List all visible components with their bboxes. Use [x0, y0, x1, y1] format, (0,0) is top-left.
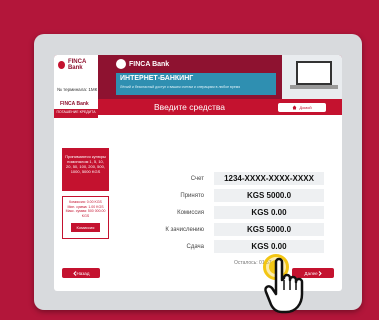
finca-logo-icon: [58, 61, 65, 69]
brand-name-small: FINCA Bank: [67, 59, 87, 71]
header-logo: FINCA Bank ПОГАШЕНИЕ КРЕДИТА: [54, 99, 98, 118]
account-label: Счет: [190, 176, 204, 182]
service-badge: ПОГАШЕНИЕ КРЕДИТА: [54, 109, 98, 118]
accepted-notes-text: Принимаются купюры номиналом 1, 5, 10, 2…: [65, 154, 106, 174]
limits-info: Комиссия: 0.00 KGS Мин. сумма: 1.00 KGS …: [62, 196, 109, 239]
laptop-base: [290, 85, 338, 89]
limits-text: Комиссия: 0.00 KGS Мин. сумма: 1.00 KGS …: [65, 200, 106, 218]
top-banner: FINCA Bank № терминала: 1МК FINCA Bank И…: [54, 55, 342, 99]
finca-logo-icon-large: [116, 59, 126, 69]
accepted-notes-info: Принимаются купюры номиналом 1, 5, 10, 2…: [62, 148, 109, 191]
commission-button-label: Комиссия: [76, 225, 95, 230]
fee-value: KGS 0.00: [214, 206, 324, 219]
accepted-value: KGS 5000.0: [214, 189, 324, 202]
service-badge-label: ПОГАШЕНИЕ КРЕДИТА: [56, 110, 96, 114]
fee-label: Комиссия: [177, 210, 204, 216]
laptop-screen: [296, 61, 332, 85]
change-value: KGS 0.00: [214, 240, 324, 253]
back-button[interactable]: Назад: [62, 268, 100, 278]
promo-description: Лёгкий и безопасный доступ к вашим счета…: [120, 85, 241, 89]
laptop-illustration: [282, 55, 342, 99]
home-button-label: Домой: [299, 105, 312, 110]
brand-name-large: FINCA Bank: [129, 60, 170, 68]
back-button-label: Назад: [76, 270, 90, 276]
change-label: Сдача: [186, 244, 204, 250]
header-logo-text: FINCA Bank: [60, 101, 89, 107]
banner-brand-panel: FINCA Bank № терминала: 1МК: [54, 55, 98, 99]
home-icon: [292, 105, 297, 110]
brand-logo-small: FINCA Bank: [58, 59, 98, 71]
to-credit-label: К зачислению: [165, 227, 204, 233]
internet-banking-promo: ИНТЕРНЕТ-БАНКИНГ Лёгкий и безопасный дос…: [116, 73, 276, 95]
page-title: Введите средства: [154, 102, 225, 112]
terminal-number: № терминала: 1МК: [57, 87, 98, 92]
accepted-label: Принято: [180, 193, 204, 199]
promo-title: ИНТЕРНЕТ-БАНКИНГ: [120, 75, 194, 82]
brand-logo-large: FINCA Bank: [116, 59, 169, 69]
to-credit-value: KGS 5000.0: [214, 223, 324, 236]
account-value: 1234-XXXX-XXXX-XXXX: [214, 172, 324, 185]
home-button[interactable]: Домой: [278, 103, 326, 112]
hand-pointer-icon: [264, 257, 304, 314]
commission-button[interactable]: Комиссия: [71, 223, 100, 232]
